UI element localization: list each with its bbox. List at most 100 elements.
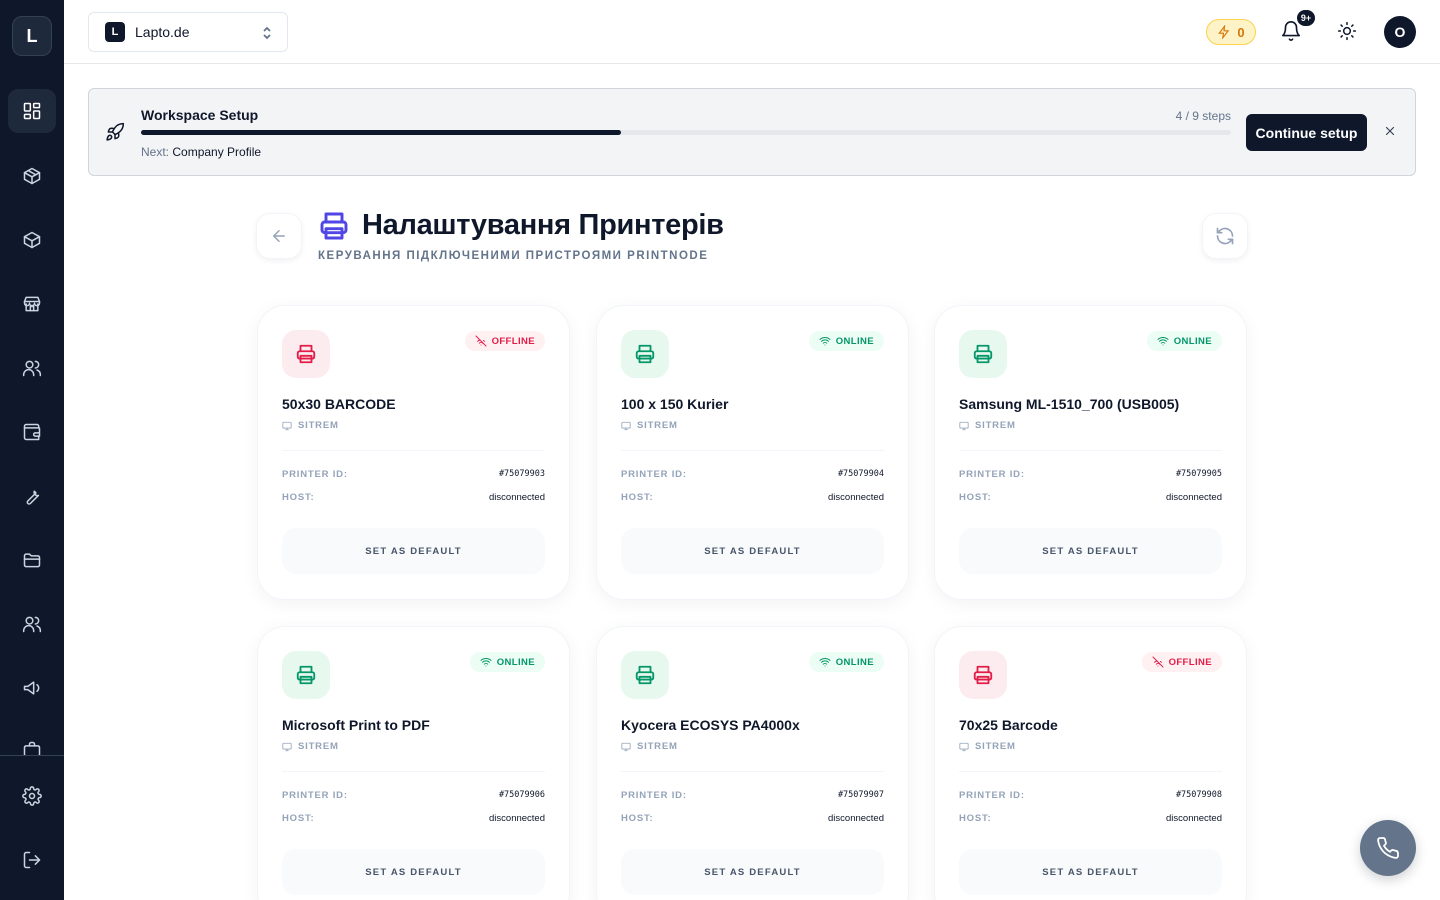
host-value: disconnected <box>1166 813 1222 824</box>
sidebar-item-files[interactable] <box>8 538 56 582</box>
wifi-off-icon <box>475 335 487 347</box>
sidebar-item-products[interactable] <box>8 154 56 198</box>
user-avatar[interactable]: O <box>1384 16 1416 48</box>
status-badge: ONLINE <box>1146 331 1222 351</box>
set-as-default-button[interactable]: SET AS DEFAULT <box>621 528 884 574</box>
set-as-default-button[interactable]: SET AS DEFAULT <box>959 528 1222 574</box>
card-divider <box>959 450 1222 451</box>
status-label: ONLINE <box>835 335 874 347</box>
sidebar-item-tools[interactable] <box>8 474 56 518</box>
credits-count: 0 <box>1237 24 1245 40</box>
monitor-icon <box>621 421 631 430</box>
computer-name: SITREM <box>975 741 1016 752</box>
printer-icon <box>296 665 316 685</box>
set-as-default-button[interactable]: SET AS DEFAULT <box>959 849 1222 895</box>
settings-icon <box>22 786 42 806</box>
sidebar-item-marketing[interactable] <box>8 666 56 710</box>
dashboard-icon <box>23 102 41 120</box>
host-label: HOST: <box>282 813 315 824</box>
sidebar-item-partial[interactable] <box>8 730 56 755</box>
call-support-button[interactable] <box>1360 820 1416 876</box>
printer-id-label: PRINTER ID: <box>282 469 348 480</box>
workspace-selector[interactable]: L Lapto.de <box>88 12 288 52</box>
printer-card-icon <box>959 651 1007 699</box>
theme-toggle[interactable] <box>1337 21 1359 43</box>
status-badge: OFFLINE <box>464 331 545 351</box>
printer-card-icon <box>959 330 1007 378</box>
monitor-icon <box>959 421 969 430</box>
package-icon <box>23 231 41 249</box>
continue-setup-button[interactable]: Continue setup <box>1246 114 1367 151</box>
monitor-icon <box>282 742 292 751</box>
printer-computer: SITREM <box>959 420 1016 431</box>
status-label: ONLINE <box>1173 335 1212 347</box>
printer-icon <box>318 210 350 242</box>
refresh-button[interactable] <box>1202 213 1248 259</box>
card-divider <box>959 771 1222 772</box>
printer-computer: SITREM <box>959 741 1016 752</box>
printer-id-label: PRINTER ID: <box>282 790 348 801</box>
credits-badge[interactable]: 0 <box>1206 19 1256 45</box>
printer-card: ONLINE Microsoft Print to PDF SITREM PRINTE… <box>257 626 570 900</box>
status-badge: ONLINE <box>469 652 545 672</box>
sidebar-item-settings[interactable] <box>8 774 56 818</box>
set-as-default-button[interactable]: SET AS DEFAULT <box>621 849 884 895</box>
host-label: HOST: <box>959 492 992 503</box>
host-value: disconnected <box>1166 492 1222 503</box>
host-label: HOST: <box>621 492 654 503</box>
sidebar-item-inventory[interactable] <box>8 218 56 262</box>
printer-card: ONLINE Samsung ML-1510_700 (USB005) SITREM… <box>934 305 1247 600</box>
setup-title: Workspace Setup <box>141 107 259 123</box>
host-value: disconnected <box>489 492 545 503</box>
printer-id-label: PRINTER ID: <box>959 469 1025 480</box>
printer-id-value: #75079907 <box>837 790 884 800</box>
app-logo[interactable]: L <box>12 16 52 56</box>
store-icon <box>23 296 41 312</box>
lightning-icon <box>1218 25 1230 39</box>
sidebar-item-team[interactable] <box>8 602 56 646</box>
wifi-icon <box>819 658 831 667</box>
setup-steps-count: 4 / 9 steps <box>1175 109 1231 123</box>
card-divider <box>282 450 545 451</box>
box-icon <box>23 167 41 185</box>
status-badge: ONLINE <box>808 331 884 351</box>
sidebar-item-logout[interactable] <box>8 838 56 882</box>
close-banner-button[interactable] <box>1383 124 1399 140</box>
status-badge: OFFLINE <box>1141 652 1222 672</box>
host-label: HOST: <box>621 813 654 824</box>
sidebar-item-store[interactable] <box>8 282 56 326</box>
printer-card: OFFLINE 70x25 Barcode SITREM PRINTER ID: #75… <box>934 626 1247 900</box>
printer-card: OFFLINE 50x30 BARCODE SITREM PRINTER ID: #75… <box>257 305 570 600</box>
printer-name: 100 x 150 Kurier <box>621 396 729 412</box>
next-label: Next: <box>141 145 170 159</box>
phone-icon <box>1377 837 1399 859</box>
computer-name: SITREM <box>637 741 678 752</box>
set-as-default-button[interactable]: SET AS DEFAULT <box>282 849 545 895</box>
refresh-icon <box>1216 227 1234 245</box>
printer-computer: SITREM <box>621 420 678 431</box>
host-label: HOST: <box>282 492 315 503</box>
computer-name: SITREM <box>298 420 339 431</box>
set-as-default-button[interactable]: SET AS DEFAULT <box>282 528 545 574</box>
workspace-name: Lapto.de <box>135 24 190 40</box>
host-value: disconnected <box>828 813 884 824</box>
sidebar-item-dashboard[interactable] <box>8 89 56 133</box>
close-icon <box>1385 126 1395 136</box>
computer-name: SITREM <box>975 420 1016 431</box>
sun-icon <box>1337 21 1357 41</box>
printer-card-icon <box>621 330 669 378</box>
printer-computer: SITREM <box>282 420 339 431</box>
sidebar-item-finance[interactable] <box>8 410 56 454</box>
printer-icon <box>635 344 655 364</box>
printer-id-value: #75079903 <box>498 469 545 479</box>
sidebar-item-customers[interactable] <box>8 346 56 390</box>
status-label: ONLINE <box>835 656 874 668</box>
page-title: Налаштування Принтерів <box>362 209 724 241</box>
wallet-icon <box>23 423 41 441</box>
top-header: L Lapto.de 0 9+ O <box>64 0 1440 64</box>
next-step-name: Company Profile <box>172 145 262 159</box>
back-button[interactable] <box>256 213 302 259</box>
sidebar-divider <box>0 755 64 756</box>
monitor-icon <box>959 742 969 751</box>
monitor-icon <box>621 742 631 751</box>
